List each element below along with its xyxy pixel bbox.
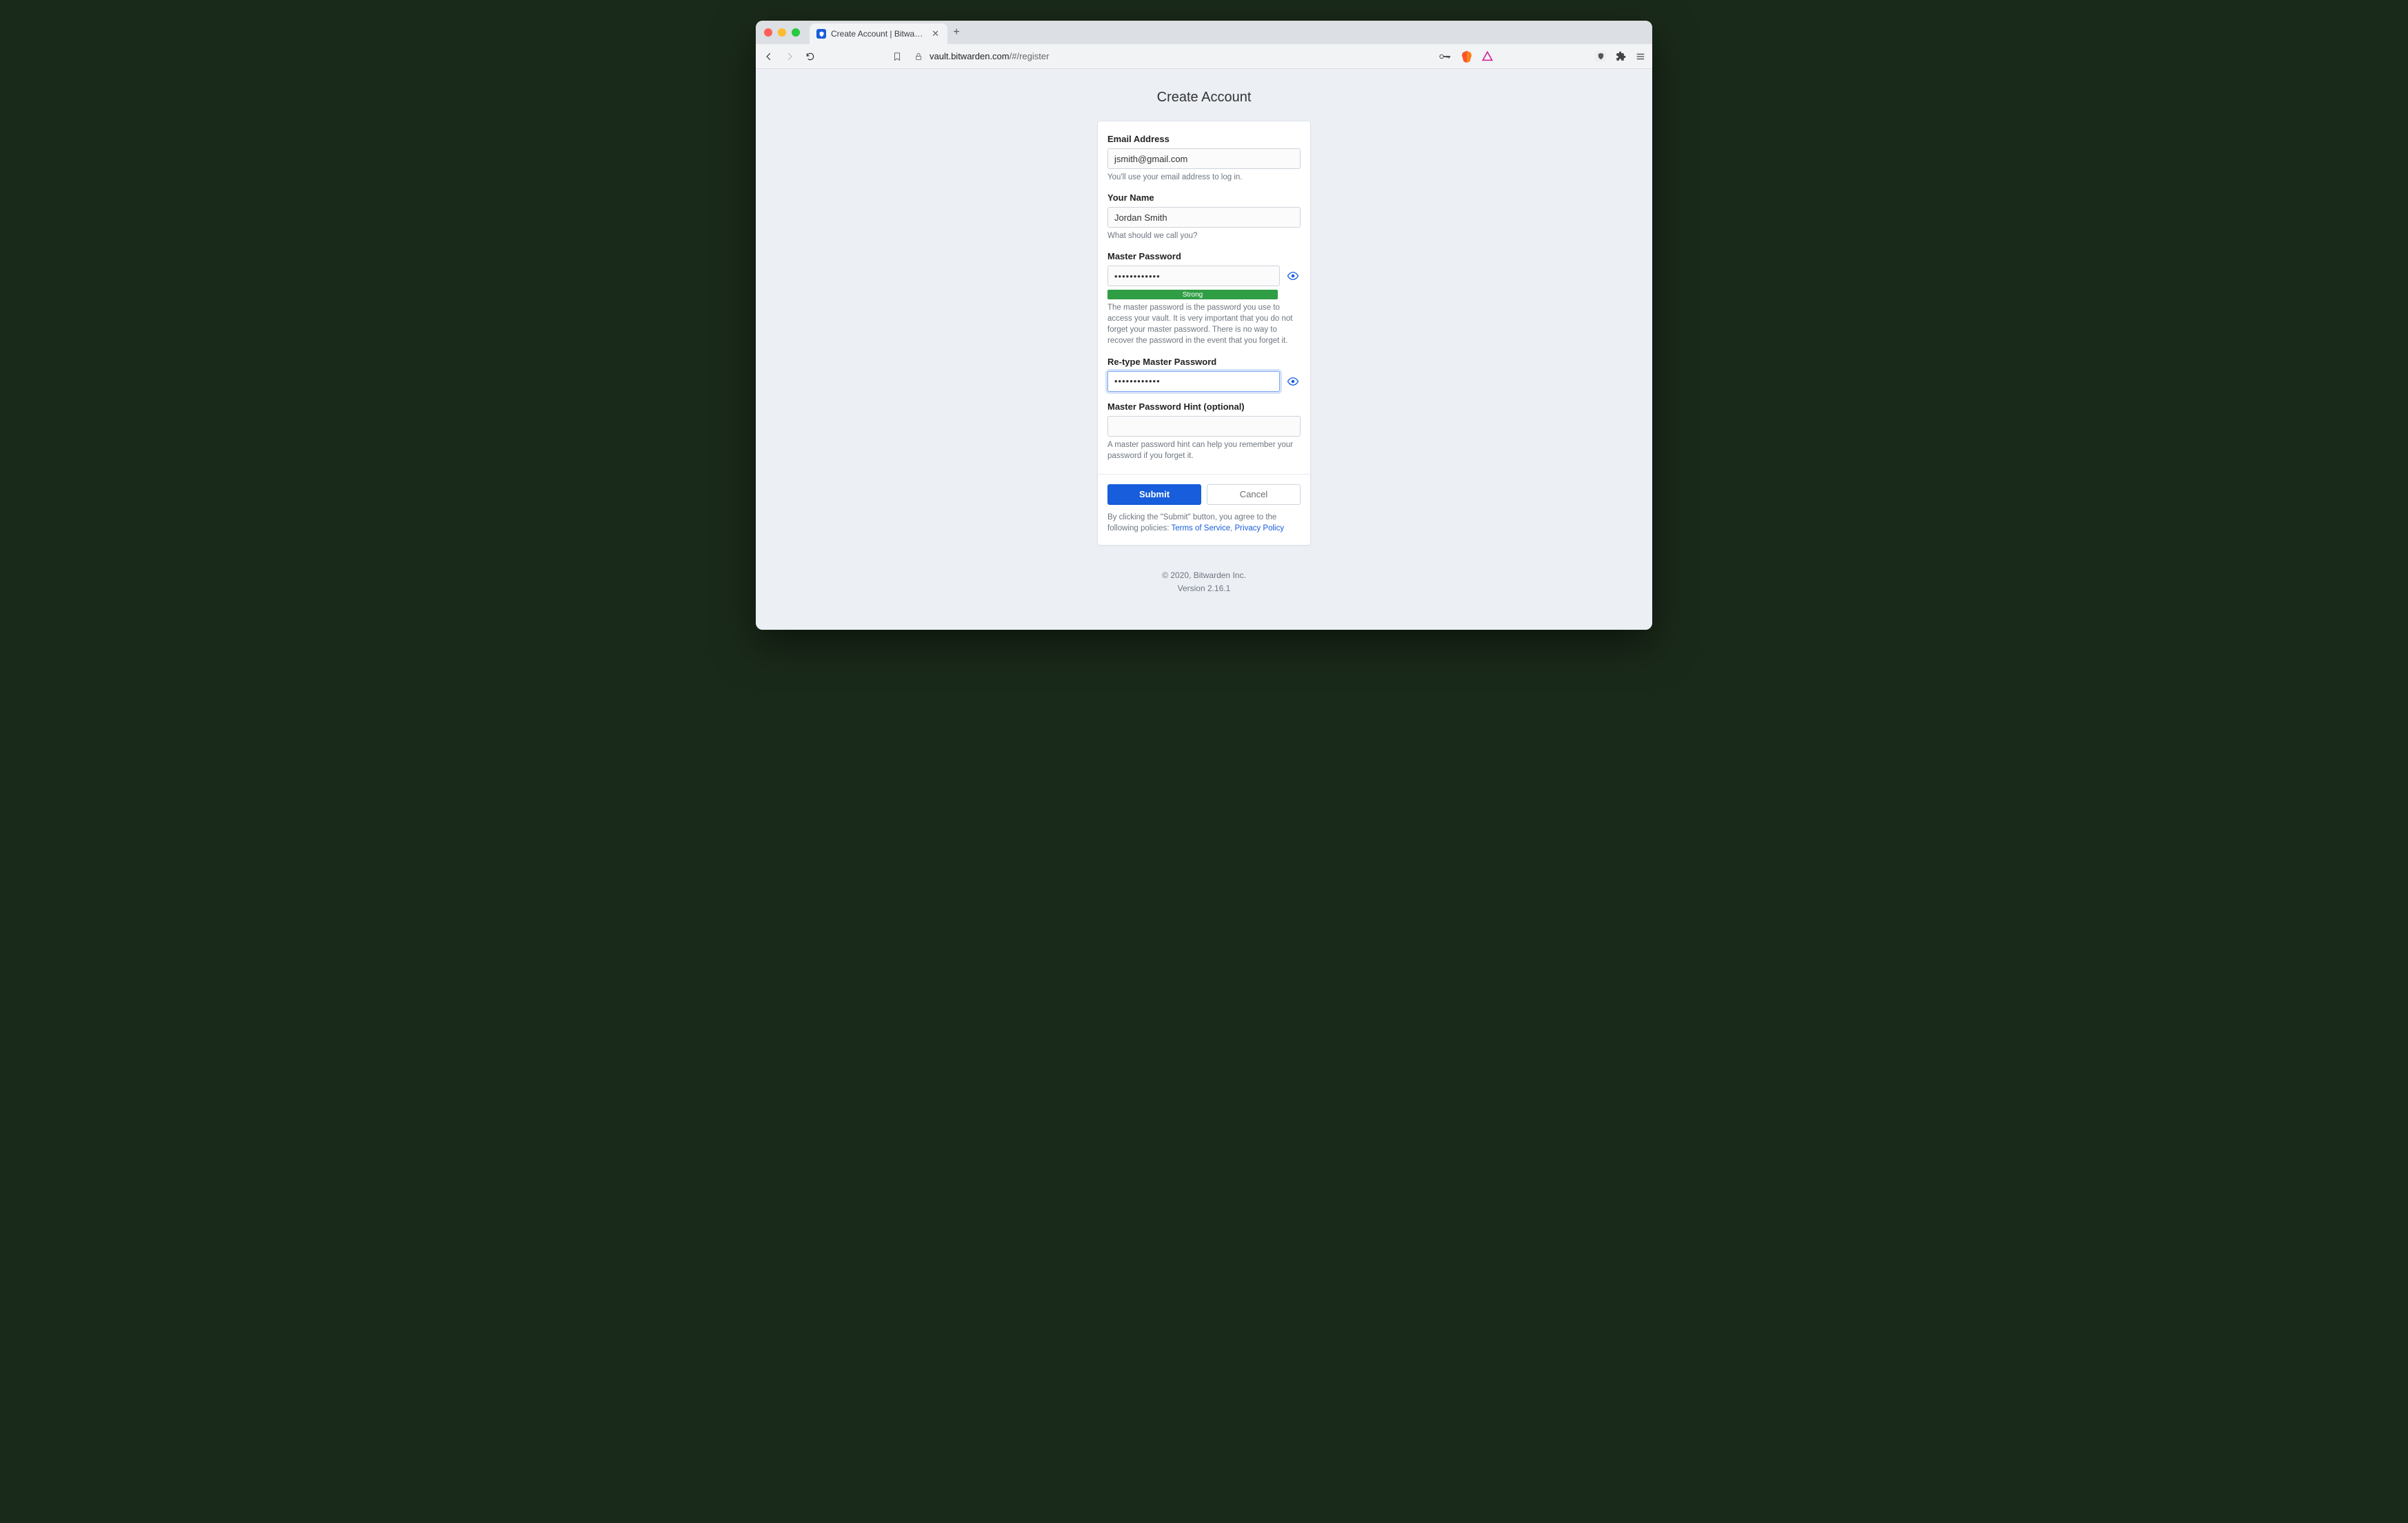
email-hint: You'll use your email address to log in. (1107, 172, 1301, 183)
bookmark-icon[interactable] (892, 52, 902, 61)
minimize-window-icon[interactable] (778, 28, 786, 37)
reload-button[interactable] (804, 50, 816, 63)
browser-window: Create Account | Bitwarden Web ✕ + vault… (756, 21, 1652, 630)
password-strength-meter: Strong (1107, 290, 1278, 299)
terms-of-service-link[interactable]: Terms of Service (1171, 524, 1230, 532)
page-title: Create Account (756, 90, 1652, 106)
bitwarden-favicon-icon (816, 29, 826, 39)
cancel-button[interactable]: Cancel (1207, 484, 1301, 505)
password-hint-label: Master Password Hint (optional) (1107, 401, 1301, 412)
retype-password-label: Re-type Master Password (1107, 357, 1301, 367)
master-password-field-group: Master Password Strong The master passwo… (1107, 251, 1301, 346)
agreement-text: By clicking the "Submit" button, you agr… (1107, 512, 1301, 534)
password-hint-input[interactable] (1107, 416, 1301, 437)
name-hint: What should we call you? (1107, 230, 1301, 241)
divider (1098, 474, 1310, 475)
maximize-window-icon[interactable] (792, 28, 800, 37)
email-label: Email Address (1107, 134, 1301, 144)
window-controls (764, 28, 800, 37)
name-field-group: Your Name What should we call you? (1107, 192, 1301, 241)
new-tab-button[interactable]: + (947, 26, 965, 39)
extensions-icon[interactable] (1616, 51, 1626, 61)
password-hint-hint: A master password hint can help you reme… (1107, 439, 1301, 461)
url-text: vault.bitwarden.com/#/register (930, 51, 1049, 61)
retype-password-field-group: Re-type Master Password (1107, 357, 1301, 392)
bitwarden-extension-icon[interactable] (1595, 51, 1606, 62)
master-password-hint: The master password is the password you … (1107, 302, 1301, 346)
page-content: Create Account Email Address You'll use … (756, 69, 1652, 630)
page-footer: © 2020, Bitwarden Inc. Version 2.16.1 (756, 569, 1652, 595)
master-password-input[interactable] (1107, 266, 1280, 286)
password-hint-field-group: Master Password Hint (optional) A master… (1107, 401, 1301, 461)
close-tab-icon[interactable]: ✕ (930, 28, 941, 39)
lock-icon (914, 52, 923, 61)
brave-shield-icon[interactable] (1461, 50, 1472, 63)
browser-toolbar: vault.bitwarden.com/#/register (756, 44, 1652, 69)
master-password-label: Master Password (1107, 251, 1301, 261)
name-label: Your Name (1107, 192, 1301, 203)
retype-password-input[interactable] (1107, 371, 1280, 392)
address-bar[interactable]: vault.bitwarden.com/#/register (823, 51, 1432, 61)
brave-rewards-icon[interactable] (1482, 50, 1493, 63)
privacy-policy-link[interactable]: Privacy Policy (1235, 524, 1285, 532)
close-window-icon[interactable] (764, 28, 772, 37)
back-button[interactable] (763, 50, 775, 63)
email-input[interactable] (1107, 148, 1301, 169)
password-key-icon[interactable] (1439, 53, 1452, 60)
tab-bar: Create Account | Bitwarden Web ✕ + (756, 21, 1652, 44)
submit-button[interactable]: Submit (1107, 484, 1201, 505)
toggle-retype-visibility-icon[interactable] (1285, 374, 1301, 389)
copyright-text: © 2020, Bitwarden Inc. (756, 569, 1652, 582)
browser-menu-icon[interactable] (1636, 52, 1645, 61)
name-input[interactable] (1107, 207, 1301, 228)
tab-title: Create Account | Bitwarden Web (831, 29, 925, 39)
version-text: Version 2.16.1 (756, 582, 1652, 595)
toggle-password-visibility-icon[interactable] (1285, 268, 1301, 283)
forward-button[interactable] (783, 50, 796, 63)
email-field-group: Email Address You'll use your email addr… (1107, 134, 1301, 183)
register-card: Email Address You'll use your email addr… (1097, 121, 1311, 546)
browser-tab[interactable]: Create Account | Bitwarden Web ✕ (810, 23, 947, 44)
